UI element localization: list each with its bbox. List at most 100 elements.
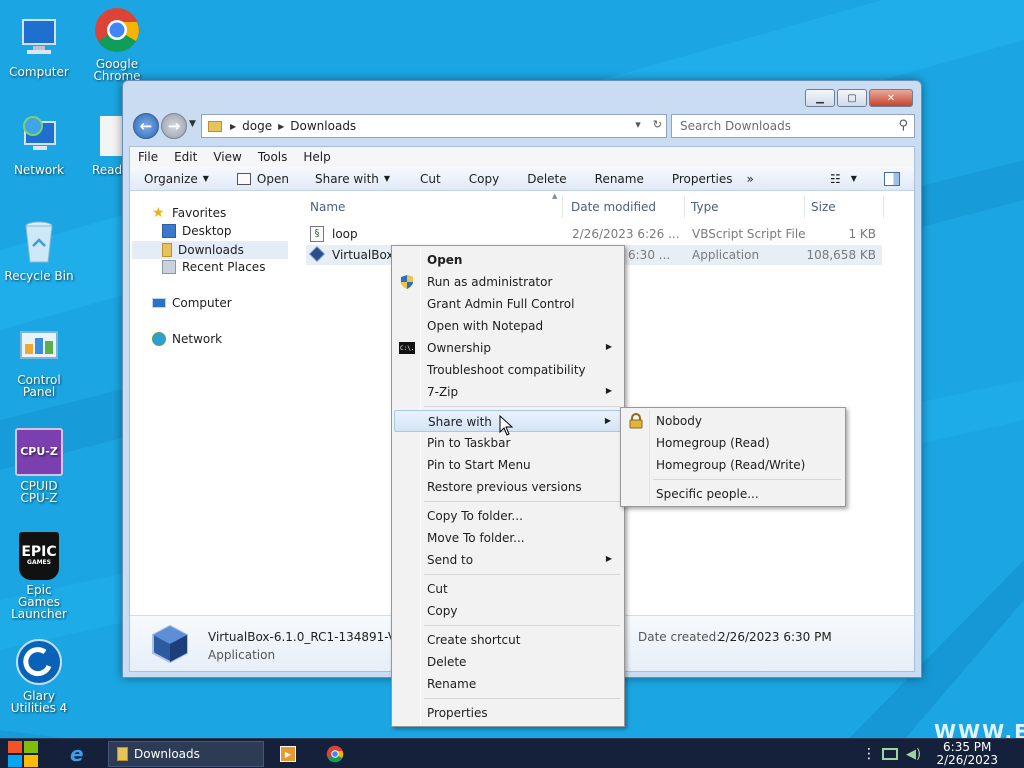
nav-downloads[interactable]: Downloads <box>132 241 288 259</box>
forward-button[interactable]: → <box>161 113 187 139</box>
desktop-icon-computer[interactable]: Computer <box>0 14 78 78</box>
menu-item-properties[interactable]: Properties <box>394 702 622 724</box>
menu-item-open[interactable]: Open <box>394 249 622 271</box>
desktop-icon-epic-games-launcher[interactable]: EPIC GAMES Epic Games Launcher <box>0 532 78 620</box>
nav-favorites[interactable]: ★ Favorites <box>152 206 226 220</box>
taskbar-internet-explorer[interactable]: e <box>70 741 94 767</box>
search-icon[interactable]: ⚲ <box>898 118 908 133</box>
refresh-icon[interactable]: ↻ <box>653 118 662 131</box>
menu-item-7-zip[interactable]: 7-Zip ▶ <box>394 381 622 403</box>
nav-computer[interactable]: Computer <box>152 296 232 310</box>
recent-pages-dropdown-icon[interactable]: ▼ <box>189 119 196 129</box>
desktop-icon-control-panel[interactable]: Control Panel <box>0 322 78 398</box>
maximize-button[interactable]: ▢ <box>837 89 867 107</box>
start-button[interactable] <box>8 741 46 767</box>
submenu-item-nobody[interactable]: Nobody <box>623 410 843 432</box>
submenu-item-homegroup-read-write[interactable]: Homegroup (Read/Write) <box>623 454 843 476</box>
view-options-button[interactable]: ☷ ▼ <box>820 172 867 186</box>
submenu-item-specific-people[interactable]: Specific people... <box>623 483 843 505</box>
tray-clock[interactable]: 6:35 PM 2/26/2023 <box>936 741 998 767</box>
rename-button[interactable]: Rename <box>577 172 654 186</box>
menu-file[interactable]: File <box>130 150 166 164</box>
search-input[interactable]: Search Downloads ⚲ <box>671 114 915 138</box>
menu-item-send-to[interactable]: Send to ▶ <box>394 549 622 571</box>
breadcrumb-downloads[interactable]: Downloads <box>290 119 356 133</box>
open-button[interactable]: Open <box>219 172 299 186</box>
minimize-button[interactable]: ▁ <box>805 89 835 107</box>
cut-label: Cut <box>420 171 441 186</box>
menu-item-restore-previous-versions[interactable]: Restore previous versions <box>394 476 622 498</box>
menu-item-copy[interactable]: Copy <box>394 600 622 622</box>
column-divider[interactable] <box>562 196 563 218</box>
menu-item-label: Pin to Taskbar <box>427 436 511 450</box>
menu-item-ownership[interactable]: C:\. Ownership ▶ <box>394 337 622 359</box>
tray-overflow-icon[interactable]: ⋮ <box>862 741 876 767</box>
menu-item-label: Restore previous versions <box>427 480 582 494</box>
network-tray-icon[interactable] <box>882 741 900 767</box>
menu-item-label: Grant Admin Full Control <box>427 297 575 311</box>
details-created-value: 2/26/2023 6:30 PM <box>718 630 832 644</box>
menu-help[interactable]: Help <box>295 150 338 164</box>
menu-edit[interactable]: Edit <box>166 150 205 164</box>
column-divider[interactable] <box>883 196 884 218</box>
address-history-dropdown-icon[interactable]: ▾ <box>635 118 641 131</box>
menu-item-grant-admin-full-control[interactable]: Grant Admin Full Control <box>394 293 622 315</box>
volume-tray-icon[interactable]: ◀) <box>906 741 924 767</box>
column-divider[interactable] <box>804 196 805 218</box>
column-header-name[interactable]: Name <box>310 200 345 214</box>
nav-recent-places[interactable]: Recent Places <box>162 260 265 274</box>
menu-item-troubleshoot-compatibility[interactable]: Troubleshoot compatibility <box>394 359 622 381</box>
cut-button[interactable]: Cut <box>400 172 451 186</box>
desktop-icon-google-chrome[interactable]: Google Chrome <box>78 6 156 82</box>
menu-item-create-shortcut[interactable]: Create shortcut <box>394 629 622 651</box>
more-commands-button[interactable]: » <box>743 172 764 186</box>
desktop-icon-label: Network <box>13 163 65 177</box>
column-header-date-modified[interactable]: Date modified <box>571 200 656 214</box>
delete-button[interactable]: Delete <box>509 172 576 186</box>
breadcrumb-doge[interactable]: doge <box>242 119 272 133</box>
search-placeholder: Search Downloads <box>680 119 791 133</box>
menu-view[interactable]: View <box>205 150 249 164</box>
breadcrumb-separator-icon[interactable]: ▶ <box>278 122 284 131</box>
taskbar: e Downloads ▶ ⋮ ◀) 6:35 PM 2/26/2023 <box>0 738 1024 768</box>
copy-button[interactable]: Copy <box>451 172 509 186</box>
menu-item-run-as-administrator[interactable]: Run as administrator <box>394 271 622 293</box>
desktop-icon-recycle-bin[interactable]: Recycle Bin <box>0 218 78 282</box>
submenu-arrow-icon: ▶ <box>605 342 612 351</box>
organize-button[interactable]: Organize ▼ <box>130 172 219 186</box>
desktop-icon-cpuid-cpu-z[interactable]: CPU-Z CPUID CPU-Z <box>0 428 78 504</box>
menu-item-cut[interactable]: Cut <box>394 578 622 600</box>
submenu-item-homegroup-read[interactable]: Homegroup (Read) <box>623 432 843 454</box>
properties-button[interactable]: Properties <box>654 172 743 186</box>
control-panel-icon <box>15 322 63 370</box>
window-controls: ▁ ▢ ✕ <box>805 89 913 107</box>
close-button[interactable]: ✕ <box>869 89 913 107</box>
taskbar-google-chrome[interactable] <box>326 741 346 767</box>
desktop-icon-network[interactable]: Network <box>0 112 78 176</box>
details-created-label: Date created: <box>638 630 721 644</box>
chrome-icon <box>93 6 141 54</box>
share-with-button[interactable]: Share with ▼ <box>299 172 400 186</box>
menu-item-delete[interactable]: Delete <box>394 651 622 673</box>
nav-network[interactable]: Network <box>152 332 222 346</box>
address-input[interactable]: ▶ doge ▶ Downloads ▾ ↻ <box>201 114 667 138</box>
preview-pane-button[interactable] <box>874 171 910 186</box>
column-divider[interactable] <box>684 196 685 218</box>
menu-item-copy-to-folder[interactable]: Copy To folder... <box>394 505 622 527</box>
table-row[interactable]: § loop 2/26/2023 6:26 ... VBScript Scrip… <box>306 224 882 244</box>
menu-item-pin-to-start-menu[interactable]: Pin to Start Menu <box>394 454 622 476</box>
desktop-icon-read[interactable]: Read <box>78 112 124 176</box>
column-header-type[interactable]: Type <box>691 200 719 214</box>
menu-item-move-to-folder[interactable]: Move To folder... <box>394 527 622 549</box>
breadcrumb-separator-icon[interactable]: ▶ <box>230 122 236 131</box>
desktop-icon-glary-utilities[interactable]: Glary Utilities 4 <box>0 638 78 714</box>
nav-desktop[interactable]: Desktop <box>162 224 232 238</box>
menu-item-open-with-notepad[interactable]: Open with Notepad <box>394 315 622 337</box>
menu-tools[interactable]: Tools <box>250 150 296 164</box>
menu-item-rename[interactable]: Rename <box>394 673 622 695</box>
taskbar-media-player[interactable]: ▶ <box>280 741 300 767</box>
taskbar-downloads[interactable]: Downloads <box>108 741 264 767</box>
back-button[interactable]: ← <box>133 113 159 139</box>
file-size: 108,658 KB <box>806 248 876 262</box>
column-header-size[interactable]: Size <box>811 200 836 214</box>
